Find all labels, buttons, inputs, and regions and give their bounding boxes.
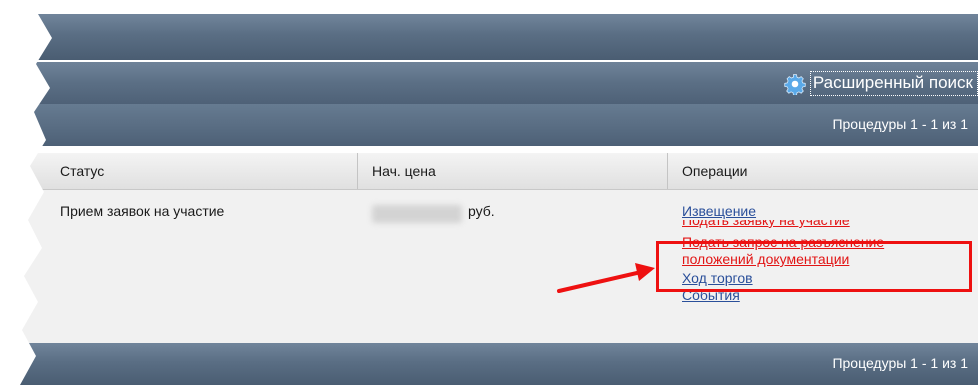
pager-bar-top: Процедуры 1 - 1 из 1 [0, 104, 978, 146]
advanced-search-label: Расширенный поиск [809, 71, 978, 96]
advanced-search-button[interactable]: Расширенный поиск [784, 71, 978, 96]
gear-icon [784, 73, 806, 95]
status-cell: Прием заявок на участие [60, 203, 225, 219]
redacted-price [372, 205, 462, 223]
column-header-operations: Операции [682, 163, 748, 179]
column-header-start-price[interactable]: Нач. цена [358, 153, 668, 189]
top-header-bar [0, 14, 978, 60]
pager-text: Процедуры 1 - 1 из 1 [832, 116, 968, 132]
column-header-status[interactable]: Статус [46, 153, 358, 189]
table-header: Статус Нач. цена Операции [0, 153, 978, 190]
search-toolbar: Расширенный поиск [0, 62, 978, 104]
price-currency: руб. [468, 203, 495, 219]
pager-bar-bottom: Процедуры 1 - 1 из 1 [0, 343, 978, 385]
submit-application-link[interactable]: Подать заявку на участие [682, 220, 884, 229]
pager-text: Процедуры 1 - 1 из 1 [832, 355, 968, 371]
arrow-annotation [557, 263, 655, 293]
highlight-box [656, 241, 972, 292]
torn-edge [0, 0, 52, 385]
notice-link[interactable]: Извещение [682, 203, 884, 220]
